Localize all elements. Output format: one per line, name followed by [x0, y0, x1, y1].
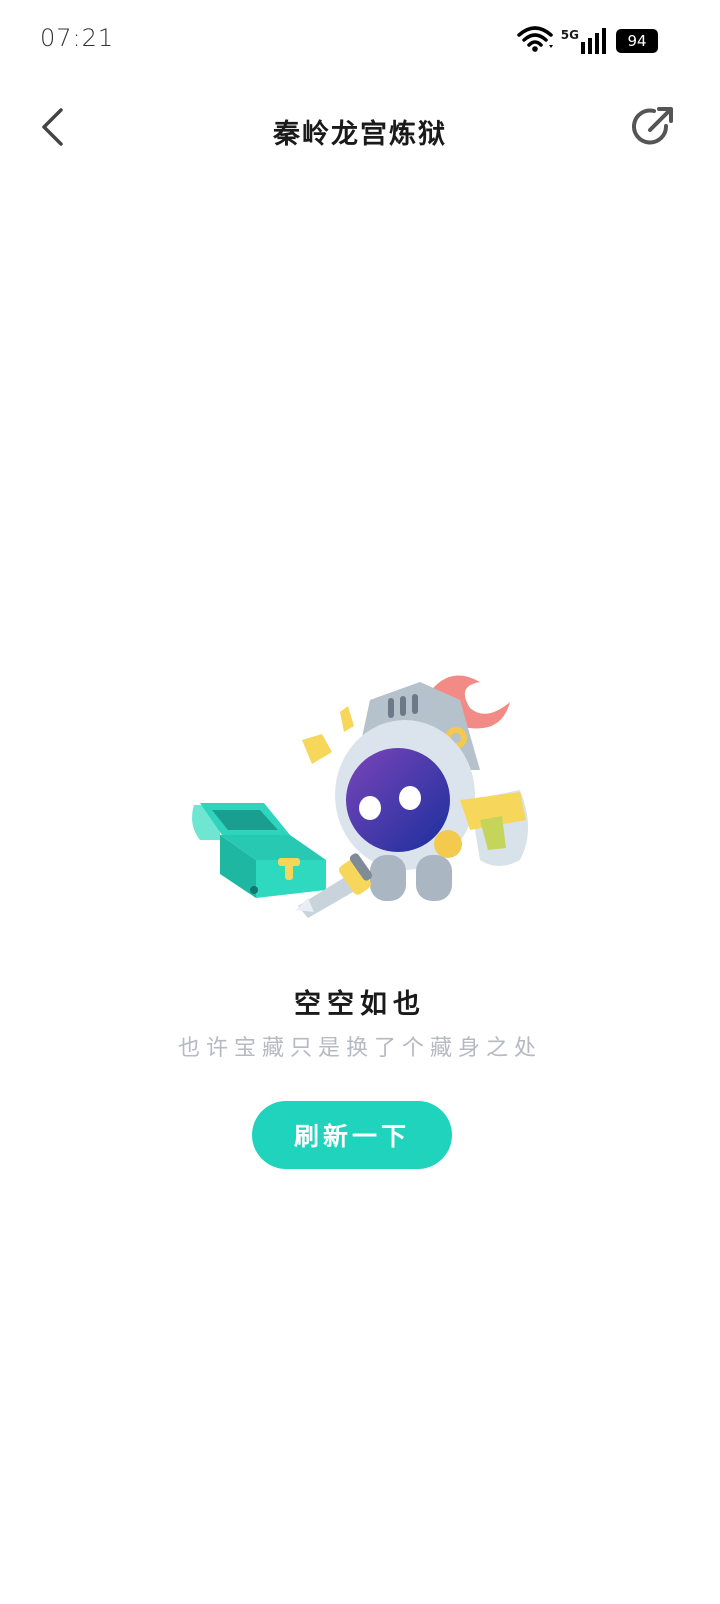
battery-icon: 94 — [616, 29, 658, 53]
network-type-label: 5G — [560, 28, 579, 42]
signal-icon: 5G — [561, 28, 608, 54]
treasure-chest-icon — [192, 803, 326, 898]
refresh-button[interactable]: 刷新一下 — [252, 1101, 452, 1169]
empty-state-title: 空空如也 — [294, 989, 426, 1020]
battery-level: 94 — [627, 32, 647, 50]
empty-state-illustration — [180, 660, 540, 920]
nav-bar: 秦岭龙宫炼狱 — [0, 90, 720, 170]
empty-state-subtitle: 也许宝藏只是换了个藏身之处 — [177, 1036, 542, 1061]
page-title: 秦岭龙宫炼狱 — [273, 119, 447, 150]
share-button[interactable] — [628, 104, 678, 154]
refresh-button-label: 刷新一下 — [293, 1122, 410, 1151]
status-bar: 07:21 5G 94 — [0, 0, 720, 80]
screen: 07:21 5G 94 秦岭龙宫炼狱 空空如也 也许宝藏只是换了个藏身之处 刷新… — [0, 0, 720, 1604]
share-arrow-icon — [630, 104, 676, 154]
status-time: 07:21 — [40, 24, 115, 52]
wifi-icon — [517, 25, 553, 57]
status-icons: 5G 94 — [517, 24, 658, 58]
